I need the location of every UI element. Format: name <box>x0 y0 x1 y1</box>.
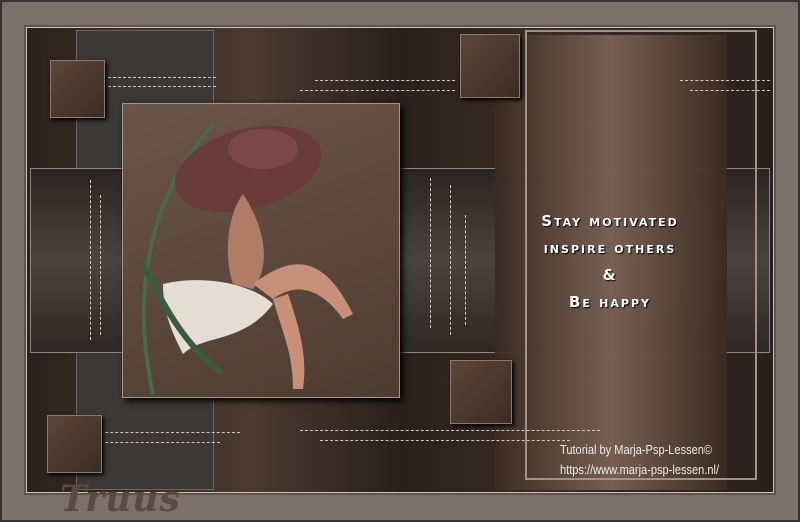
dashed-line <box>320 440 570 441</box>
thumbnail-image <box>50 60 105 118</box>
motto-line-2: inspire others <box>543 239 677 257</box>
dashed-line <box>465 215 466 325</box>
dashed-line <box>300 430 600 431</box>
credit-url: https://www.marja-psp-lessen.nl/ <box>560 462 720 477</box>
dashed-line <box>108 86 216 87</box>
motto-line-3: & <box>602 266 618 284</box>
motto-line-1: Stay motivated <box>541 212 679 230</box>
motto-text: Stay motivated inspire others & Be happy <box>505 208 715 316</box>
tutorial-credit: Tutorial by Marja-Psp-Lessen© https://ww… <box>560 440 719 480</box>
dashed-line <box>680 80 770 81</box>
dashed-line <box>100 442 220 443</box>
woman-illustration <box>140 122 353 395</box>
dashed-line <box>108 77 216 78</box>
signature: Truus <box>60 478 181 520</box>
dashed-line <box>315 80 455 81</box>
dashed-line <box>100 195 101 335</box>
dashed-line <box>690 90 770 91</box>
woman-with-hat-image <box>122 103 400 398</box>
dashed-line <box>100 432 240 433</box>
motto-line-4: Be happy <box>569 293 651 311</box>
thumbnail-image <box>47 415 102 473</box>
thumbnail-image <box>450 360 512 424</box>
dashed-line <box>450 185 451 335</box>
credit-line: Tutorial by Marja-Psp-Lessen© <box>560 442 713 457</box>
dashed-line <box>300 90 455 91</box>
thumbnail-image <box>460 34 520 98</box>
dashed-line <box>430 178 431 328</box>
dashed-line <box>90 180 91 340</box>
